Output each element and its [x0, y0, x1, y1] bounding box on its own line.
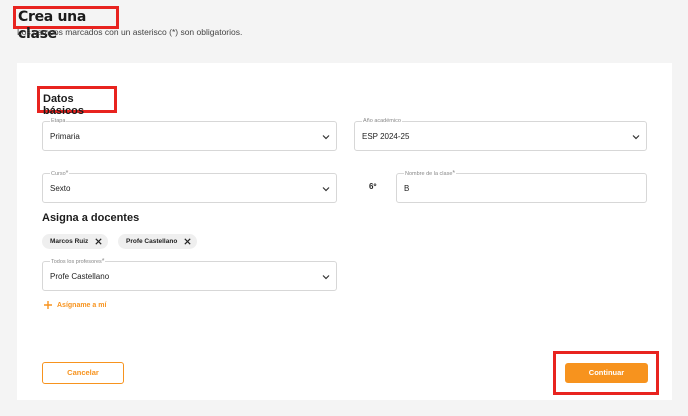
page-subtitle: Los campos marcados con un asterisco (*)…	[17, 27, 243, 37]
teachers-select[interactable]: Todos los profesores* Profe Castellano	[42, 258, 337, 291]
chevron-down-icon	[322, 187, 330, 192]
teachers-select-label: Todos los profesores*	[50, 258, 106, 265]
chevron-down-icon	[322, 135, 330, 140]
curso-select[interactable]: Curso* Sexto	[42, 170, 337, 203]
class-name-label: Nombre de la clase*	[404, 170, 457, 177]
class-name-value: B	[404, 184, 410, 193]
section-title-assign-teachers: Asigna a docentes	[42, 212, 140, 224]
curso-label: Curso*	[50, 170, 70, 177]
close-icon[interactable]	[94, 237, 103, 246]
close-icon[interactable]	[183, 237, 192, 246]
teacher-chip-label: Profe Castellano	[126, 238, 178, 245]
assign-me-link[interactable]: Asígname a mí	[43, 300, 106, 310]
teacher-chip-label: Marcos Ruiz	[50, 238, 89, 245]
academic-year-value: ESP 2024-25	[362, 132, 410, 141]
teacher-chip: Marcos Ruiz	[42, 234, 109, 249]
plus-icon	[44, 301, 52, 309]
etapa-value: Primaria	[50, 132, 80, 141]
etapa-select[interactable]: Etapa Primaria	[42, 118, 337, 151]
academic-year-select[interactable]: Año académico ESP 2024-25	[354, 118, 647, 151]
curso-value: Sexto	[50, 184, 71, 193]
cancel-button[interactable]: Cancelar	[42, 362, 124, 384]
teachers-select-value: Profe Castellano	[50, 272, 110, 281]
teacher-chip: Profe Castellano	[118, 234, 198, 249]
chevron-down-icon	[322, 275, 330, 280]
chevron-down-icon	[632, 135, 640, 140]
academic-year-label: Año académico	[362, 118, 402, 124]
create-class-form: Datos básicos Etapa Primaria Año académi…	[17, 63, 672, 400]
continue-button-highlight: Continuar	[553, 351, 659, 395]
class-name-input[interactable]: Nombre de la clase* B	[396, 170, 647, 203]
page-title: Crea una clase	[13, 6, 119, 42]
section-title-basic-data: Datos básicos	[37, 86, 117, 117]
etapa-label: Etapa	[50, 118, 67, 124]
assign-me-label: Asígname a mí	[57, 301, 107, 309]
curso-number-indicator: 6º	[369, 182, 377, 191]
continue-button[interactable]: Continuar	[565, 363, 648, 383]
